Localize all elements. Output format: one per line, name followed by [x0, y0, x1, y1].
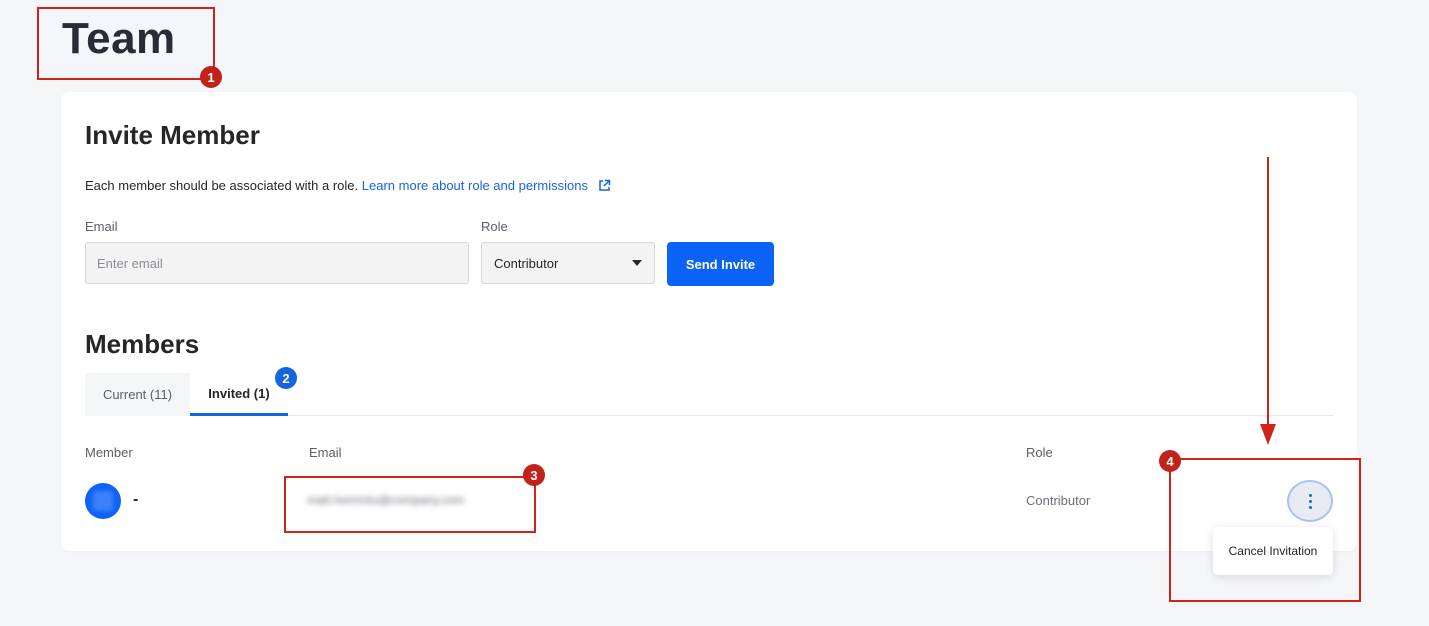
annotation-badge-4: 4 — [1159, 450, 1181, 472]
avatar — [85, 483, 121, 519]
role-select[interactable]: Contributor — [481, 242, 655, 284]
annotation-box-1 — [37, 7, 215, 80]
column-header-email: Email — [309, 445, 342, 460]
learn-more-link[interactable]: Learn more about role and permissions — [362, 178, 588, 193]
tab-invited[interactable]: Invited (1) — [190, 373, 288, 416]
avatar-image — [93, 491, 113, 511]
email-label: Email — [85, 219, 118, 234]
annotation-box-3 — [284, 476, 536, 533]
annotation-box-4 — [1169, 458, 1361, 602]
column-header-member: Member — [85, 445, 133, 460]
tab-current[interactable]: Current (11) — [85, 373, 190, 416]
send-invite-button[interactable]: Send Invite — [667, 242, 774, 286]
annotation-badge-3: 3 — [523, 464, 545, 486]
caret-down-icon — [632, 260, 642, 266]
email-input[interactable] — [85, 242, 469, 284]
member-name: - — [133, 491, 139, 508]
role-label: Role — [481, 219, 508, 234]
members-heading: Members — [85, 329, 200, 359]
members-tabs: Current (11) Invited (1) — [85, 373, 1333, 416]
annotation-badge-2: 2 — [275, 367, 297, 389]
annotation-badge-1: 1 — [200, 66, 222, 88]
invite-member-heading: Invite Member — [85, 120, 260, 150]
invite-description: Each member should be associated with a … — [85, 178, 611, 195]
invite-description-text: Each member should be associated with a … — [85, 178, 359, 193]
member-role: Contributor — [1026, 493, 1091, 508]
external-link-icon[interactable] — [598, 179, 611, 195]
role-select-value: Contributor — [494, 255, 559, 271]
column-header-role: Role — [1026, 445, 1053, 460]
team-card: Invite Member Each member should be asso… — [61, 92, 1357, 551]
